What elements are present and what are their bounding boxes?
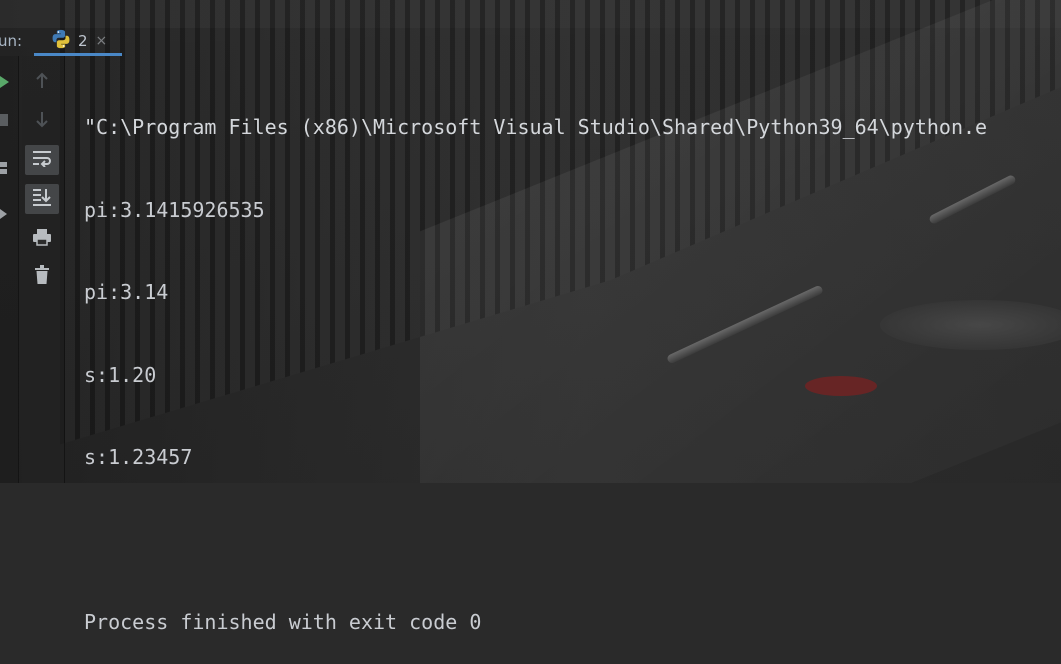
tab-label: 2 [78, 31, 88, 50]
debug-icon[interactable] [0, 206, 10, 225]
console-exit-line: Process finished with exit code 0 [84, 610, 482, 634]
layout-icon[interactable] [0, 160, 10, 179]
trash-icon [34, 265, 50, 289]
arrow-down-icon [34, 110, 50, 132]
python-icon [50, 28, 72, 54]
soft-wrap-button[interactable] [25, 145, 59, 175]
scroll-down-button[interactable] [25, 106, 59, 136]
run-panel-label: un: [0, 32, 23, 50]
print-icon [32, 228, 52, 250]
soft-wrap-icon [31, 149, 53, 171]
console-output[interactable]: "C:\Program Files (x86)\Microsoft Visual… [84, 62, 1061, 664]
arrow-up-icon [34, 72, 50, 94]
scroll-to-end-button[interactable] [25, 184, 59, 214]
run-controls-strip [0, 56, 19, 483]
stop-icon[interactable] [0, 112, 10, 131]
console-toolbar [22, 56, 65, 483]
console-command-line: "C:\Program Files (x86)\Microsoft Visual… [84, 115, 988, 139]
clear-all-button[interactable] [25, 262, 59, 292]
rerun-icon[interactable] [0, 74, 10, 93]
console-line: pi:3.1415926535 [84, 197, 265, 222]
print-button[interactable] [25, 224, 59, 254]
run-tab-bar: un: 2 × [0, 28, 1061, 56]
console-line: s:1.23457 [84, 445, 193, 469]
scroll-to-end-icon [31, 187, 53, 211]
console-line: pi:3.14 [84, 280, 169, 304]
scroll-up-button[interactable] [25, 68, 59, 98]
close-icon[interactable]: × [96, 33, 108, 49]
tab-run-2[interactable]: 2 × [34, 28, 122, 56]
console-line: s:1.20 [84, 362, 157, 387]
